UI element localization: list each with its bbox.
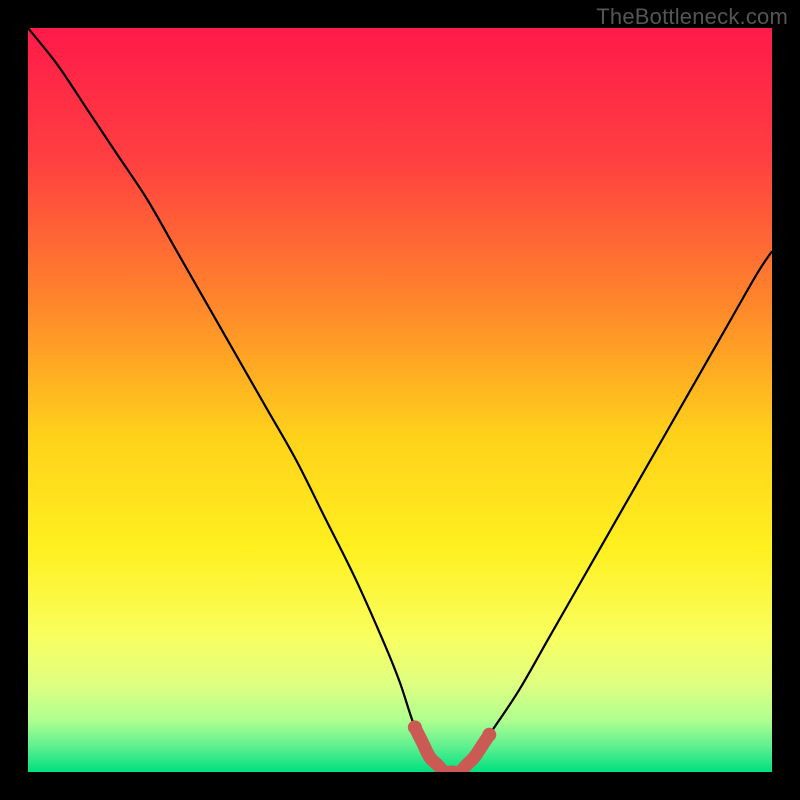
chart-frame: TheBottleneck.com [0,0,800,800]
plot-area [28,28,772,772]
highlight-endpoint-left-icon [408,720,422,734]
chart-svg [28,28,772,772]
watermark-text: TheBottleneck.com [596,4,788,30]
gradient-background [28,28,772,772]
highlight-endpoint-right-icon [482,728,496,742]
